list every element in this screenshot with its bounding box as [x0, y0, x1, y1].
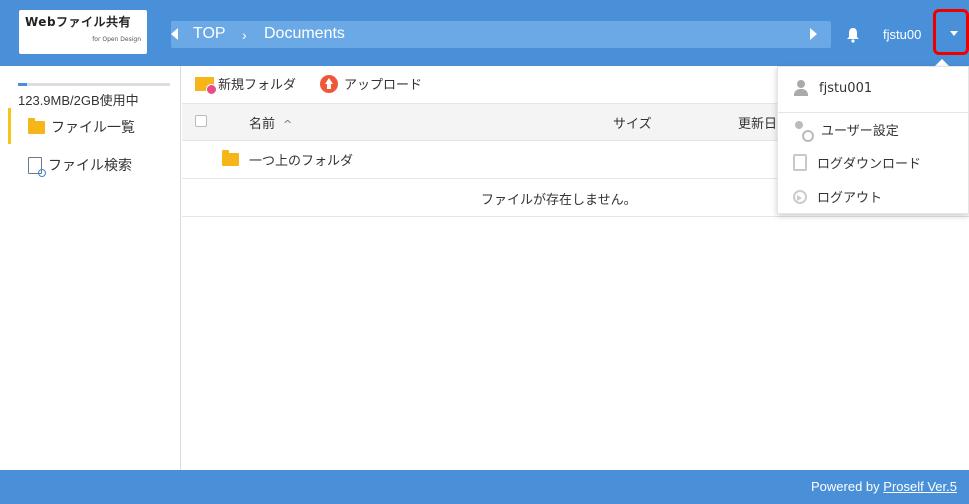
- log-download-icon: [793, 154, 807, 171]
- breadcrumb-forward-icon[interactable]: [810, 28, 817, 40]
- sidebar-active-indicator: [8, 108, 11, 144]
- breadcrumb-separator: ›: [242, 27, 247, 43]
- upload-button[interactable]: アップロード: [320, 74, 422, 93]
- empty-message: ファイルが存在しません。: [481, 193, 637, 208]
- quota-bar: [18, 83, 170, 86]
- new-folder-label: 新規フォルダ: [218, 78, 297, 93]
- menu-item-label: ユーザー設定: [821, 124, 899, 139]
- footer-prefix: Powered by: [811, 479, 880, 494]
- menu-item-user: fjstu001: [793, 80, 872, 96]
- parent-folder-label: 一つ上のフォルダ: [249, 154, 354, 169]
- column-header-date[interactable]: 更新日: [738, 113, 777, 132]
- breadcrumb-item-top[interactable]: TOP: [193, 25, 226, 43]
- new-folder-icon: [195, 76, 217, 95]
- sort-ascending-icon: ^: [283, 118, 293, 131]
- menu-item-log-download[interactable]: ログダウンロード: [793, 153, 921, 172]
- column-header-name[interactable]: 名前 ^: [249, 113, 292, 132]
- sidebar-item-file-search[interactable]: ファイル検索: [28, 155, 132, 177]
- chevron-down-icon[interactable]: [950, 31, 958, 36]
- sidebar-item-label: ファイル一覧: [51, 120, 135, 136]
- footer-credit: Powered by Proself Ver.5: [811, 479, 957, 494]
- menu-item-logout[interactable]: ログアウト: [793, 187, 882, 206]
- quota-bar-fill: [18, 83, 28, 86]
- breadcrumb-item-documents[interactable]: Documents: [264, 25, 345, 43]
- dropdown-arrow: [935, 59, 949, 66]
- sidebar-item-file-list[interactable]: ファイル一覧: [28, 117, 135, 137]
- column-header-size[interactable]: サイズ: [613, 113, 652, 132]
- breadcrumb-back-icon[interactable]: [171, 28, 178, 40]
- menu-item-user-settings[interactable]: ユーザー設定: [793, 120, 899, 142]
- logo-title: Webファイル共有: [25, 15, 132, 29]
- menu-item-label: ログダウンロード: [817, 157, 922, 172]
- column-header-name-label: 名前: [249, 117, 276, 132]
- logout-icon: [793, 189, 807, 204]
- menu-user-name: fjstu001: [819, 80, 873, 96]
- header-user-name[interactable]: fjstu00: [883, 27, 921, 42]
- folder-icon: [28, 117, 45, 134]
- footer-link[interactable]: Proself Ver.5: [883, 479, 957, 494]
- upload-label: アップロード: [344, 78, 423, 93]
- upload-icon: [320, 74, 338, 93]
- menu-divider: [778, 112, 968, 113]
- folder-icon: [222, 150, 239, 166]
- user-settings-icon: [793, 120, 814, 142]
- menu-item-label: ログアウト: [817, 191, 883, 206]
- sidebar-item-label: ファイル検索: [48, 158, 132, 174]
- quota-text: 123.9MB/2GB使用中: [18, 93, 139, 108]
- new-folder-button[interactable]: 新規フォルダ: [195, 74, 297, 95]
- file-search-icon: [28, 156, 46, 177]
- parent-folder-link[interactable]: 一つ上のフォルダ: [222, 150, 353, 169]
- bell-icon[interactable]: [846, 27, 860, 43]
- user-icon: [793, 80, 809, 96]
- app-logo[interactable]: Webファイル共有 for Open Design: [19, 10, 147, 54]
- logo-subtitle: for Open Design: [92, 36, 141, 43]
- select-all-checkbox[interactable]: [195, 115, 207, 127]
